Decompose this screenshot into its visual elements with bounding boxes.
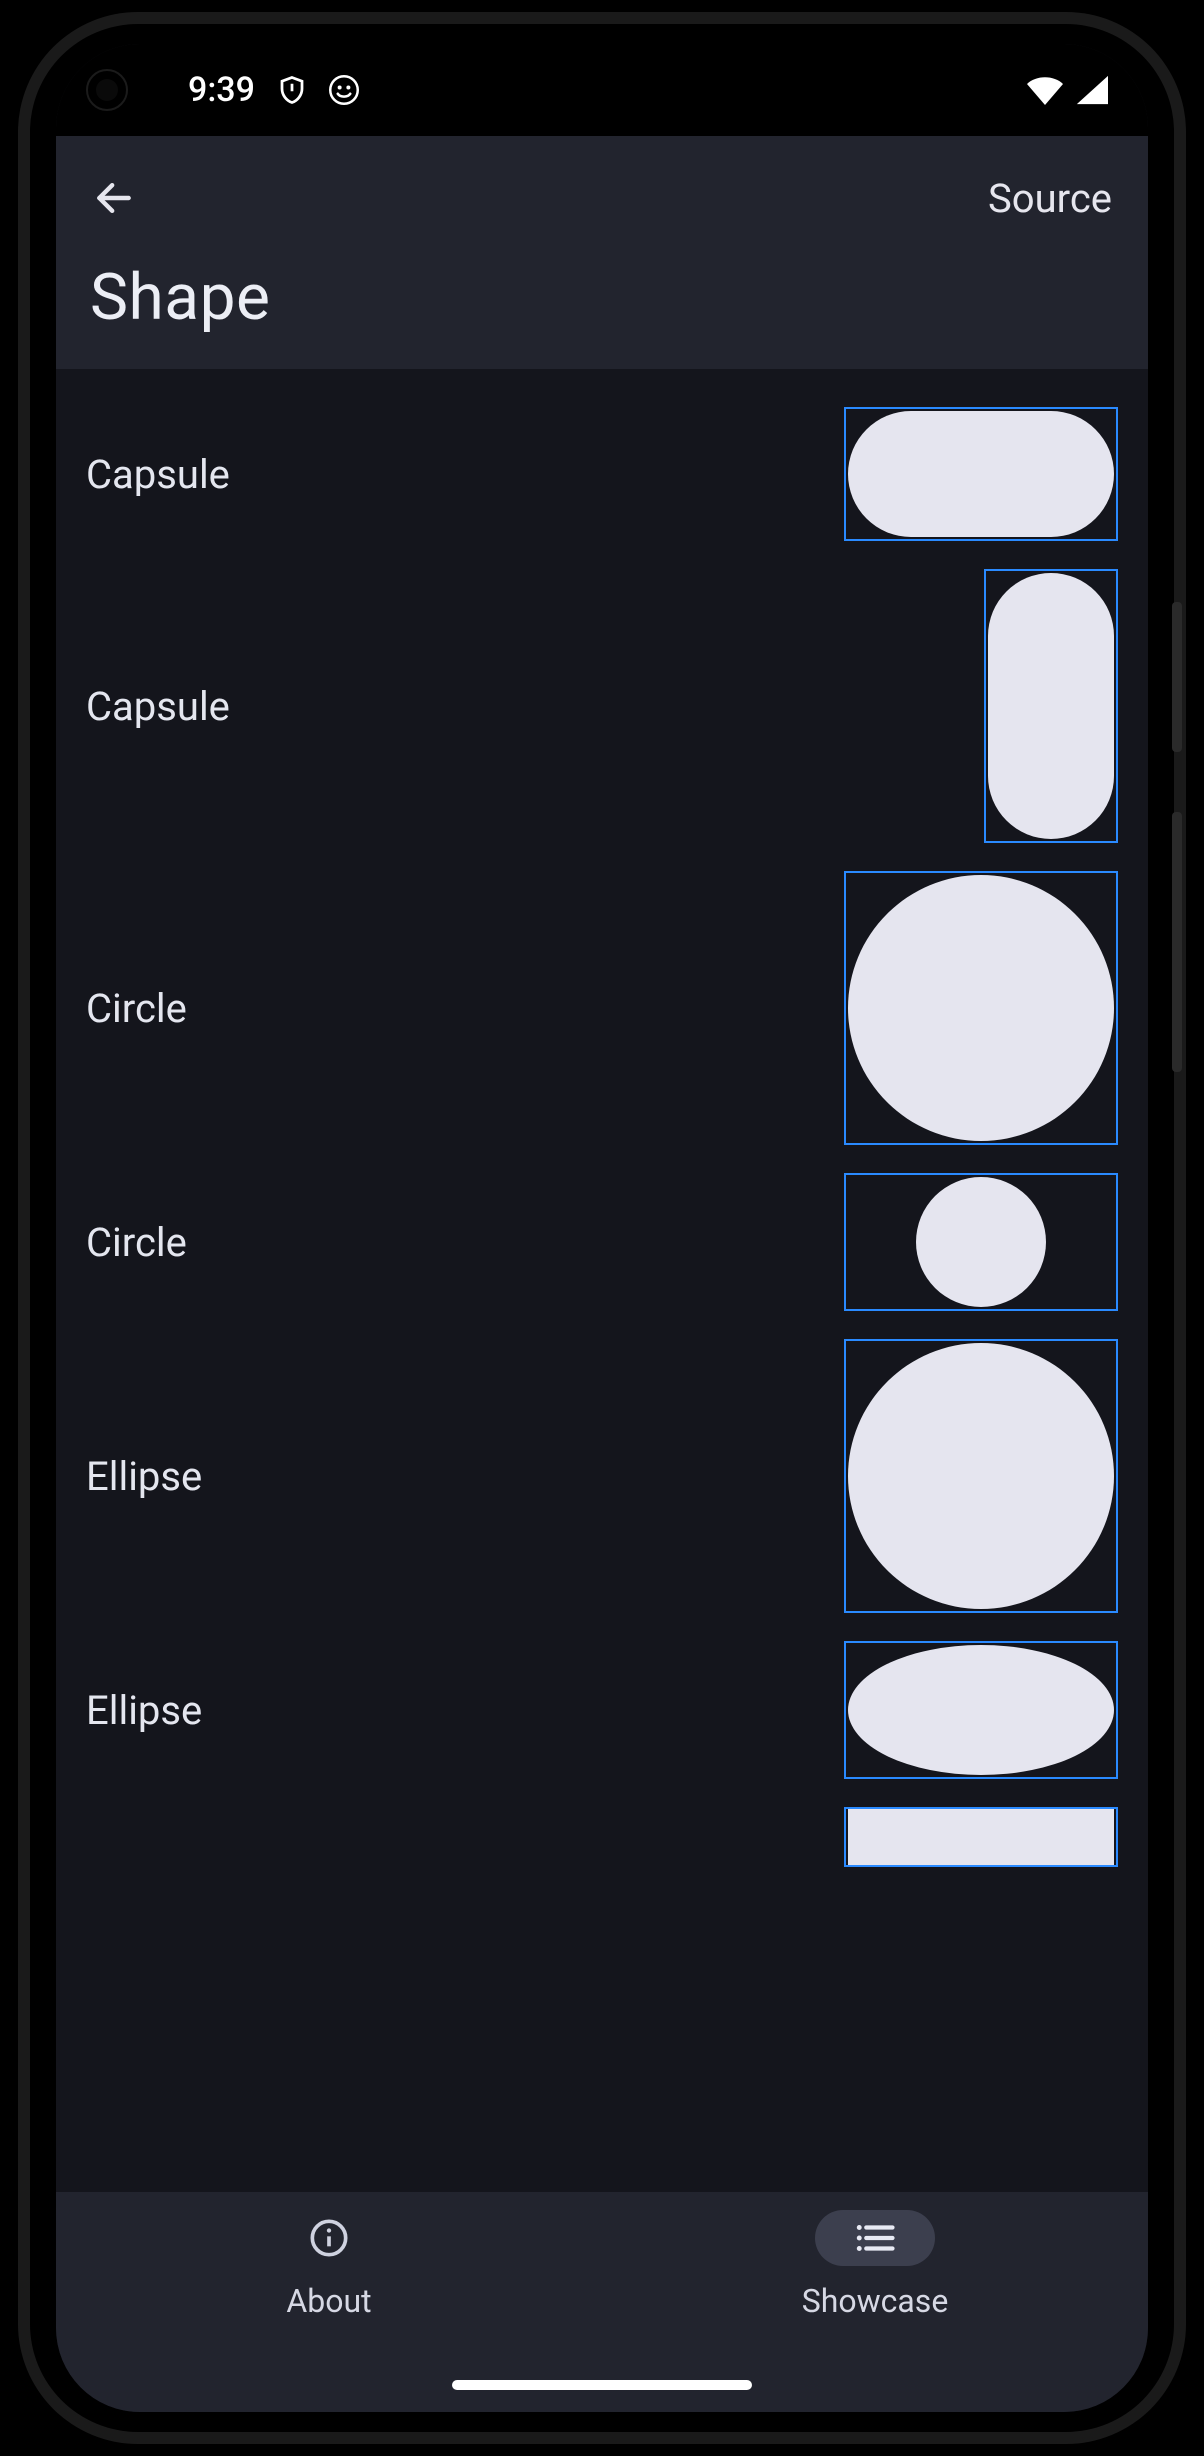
home-indicator[interactable] xyxy=(452,2380,752,2390)
shape-label: Ellipse xyxy=(86,1453,202,1500)
status-bar: 9:39 xyxy=(56,44,1148,136)
list-item: Circle xyxy=(56,1159,1148,1325)
shape-label: Circle xyxy=(86,985,187,1032)
cellular-signal-icon xyxy=(1074,75,1108,105)
nav-label: Showcase xyxy=(802,2282,949,2320)
shape-preview xyxy=(844,407,1118,541)
bottom-navigation: About Showcase xyxy=(56,2192,1148,2412)
list-item: Ellipse xyxy=(56,1627,1148,1793)
rectangle-shape xyxy=(848,1809,1114,1865)
app-bar: Source Shape xyxy=(56,136,1148,369)
nav-label: About xyxy=(286,2282,371,2320)
page-title: Shape xyxy=(86,242,1118,341)
ellipse-shape xyxy=(848,1343,1114,1609)
list-item: Ellipse xyxy=(56,1325,1148,1627)
shape-label: Capsule xyxy=(86,683,230,730)
back-button[interactable] xyxy=(86,170,142,226)
circle-shape xyxy=(916,1177,1046,1307)
info-icon xyxy=(269,2210,389,2266)
source-link[interactable]: Source xyxy=(988,175,1118,222)
shape-label: Capsule xyxy=(86,451,230,498)
shape-preview xyxy=(844,1807,1118,1867)
face-icon xyxy=(329,75,359,105)
shape-preview xyxy=(844,1339,1118,1613)
shape-label: Circle xyxy=(86,1219,187,1266)
shape-label: Ellipse xyxy=(86,1687,202,1734)
shape-preview xyxy=(844,1641,1118,1779)
status-time: 9:39 xyxy=(188,70,255,110)
ellipse-shape xyxy=(848,1645,1114,1775)
wifi-icon xyxy=(1026,75,1064,105)
capsule-shape xyxy=(848,411,1114,537)
capsule-shape xyxy=(988,573,1114,839)
privacy-shield-icon xyxy=(277,73,307,107)
front-camera xyxy=(86,69,128,111)
shape-preview xyxy=(844,871,1118,1145)
list-icon xyxy=(815,2210,935,2266)
shape-preview xyxy=(844,1173,1118,1311)
list-item: Capsule xyxy=(56,393,1148,555)
shape-preview xyxy=(984,569,1118,843)
list-item xyxy=(56,1793,1148,1867)
list-item: Circle xyxy=(56,857,1148,1159)
arrow-back-icon xyxy=(92,176,136,220)
list-item: Capsule xyxy=(56,555,1148,857)
shape-list[interactable]: Capsule Capsule Circle xyxy=(56,369,1148,2192)
circle-shape xyxy=(848,875,1114,1141)
